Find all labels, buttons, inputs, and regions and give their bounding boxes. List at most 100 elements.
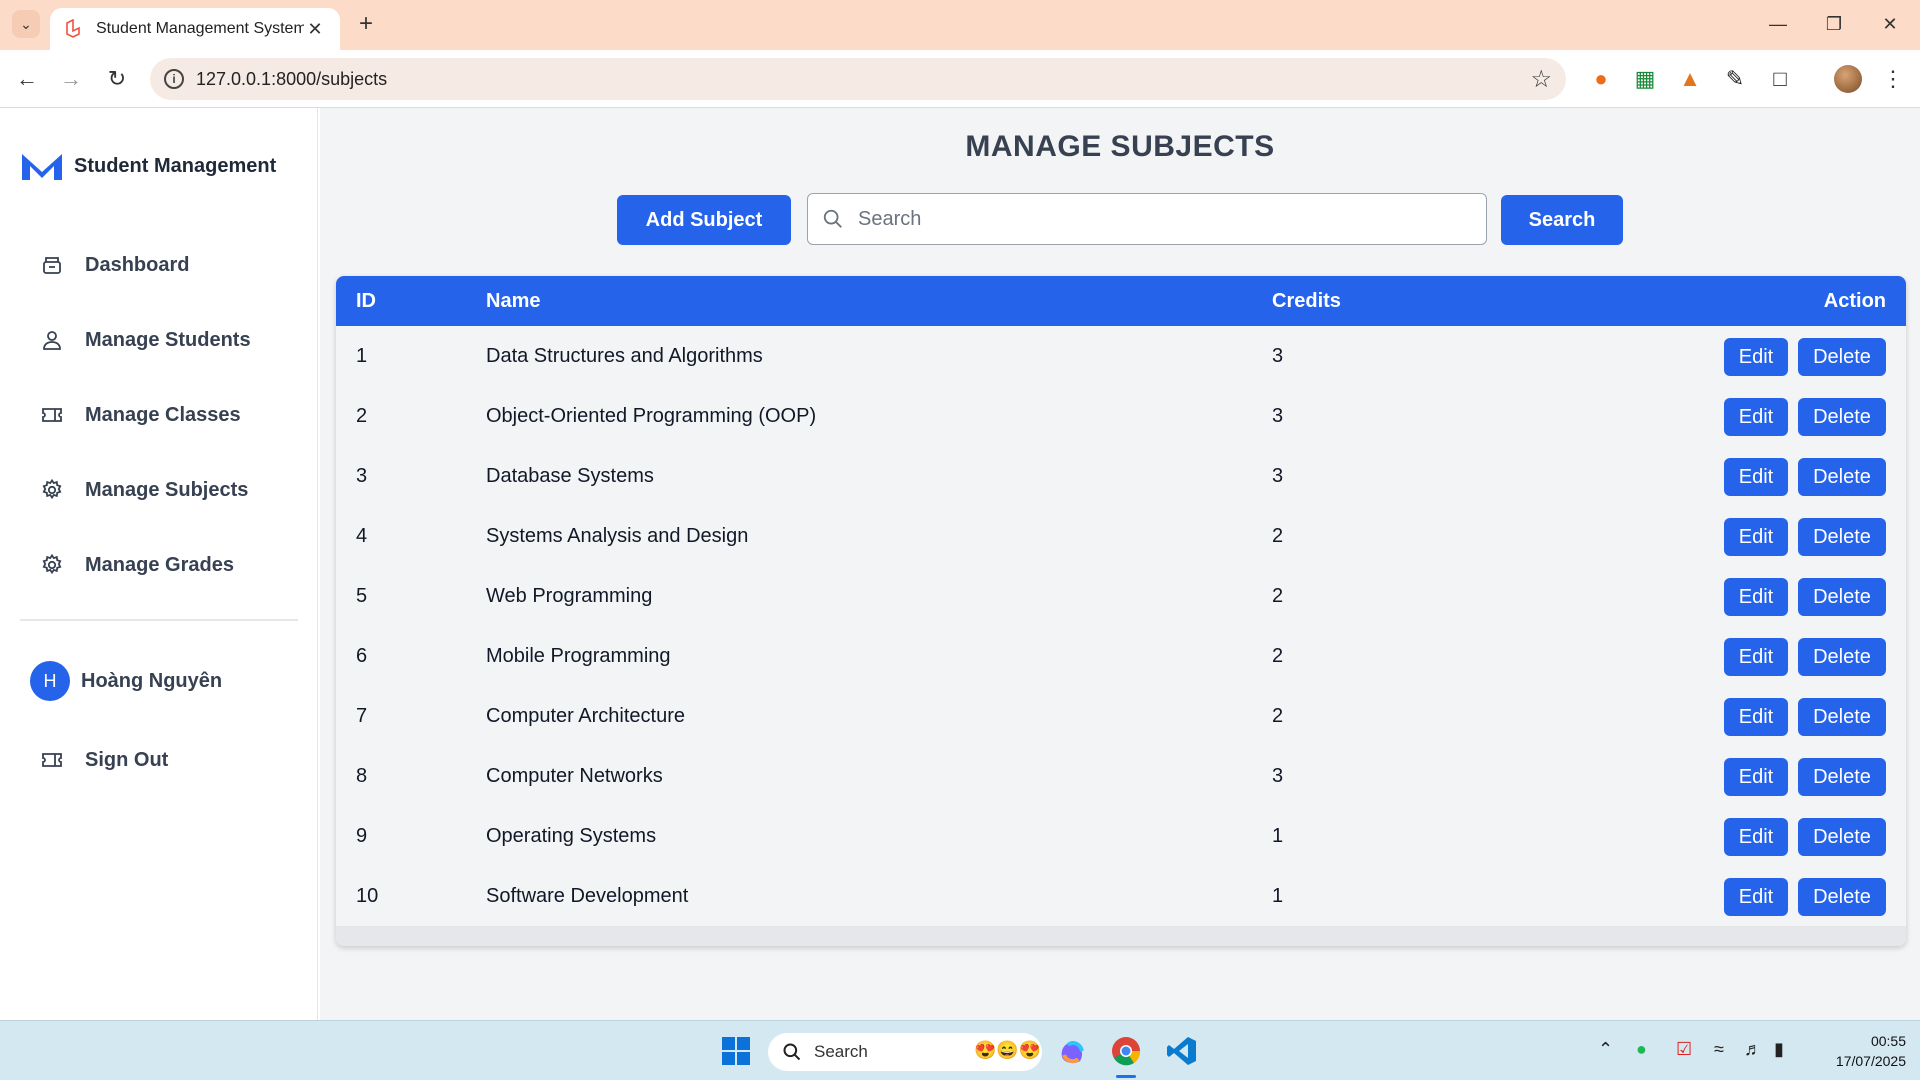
calendar-extension-icon[interactable]: ▦	[1630, 64, 1660, 94]
table-row: 8 Computer Networks 3 Edit Delete	[336, 746, 1906, 806]
page-title: MANAGE SUBJECTS	[965, 130, 1275, 163]
cell-name: Software Development	[486, 885, 689, 907]
system-clock[interactable]: 00:55 17/07/2025	[1812, 1031, 1906, 1071]
spotify-icon[interactable]: ●	[1636, 1039, 1647, 1060]
edit-button[interactable]: Edit	[1724, 818, 1788, 856]
delete-button[interactable]: Delete	[1798, 638, 1886, 676]
sign-out-button[interactable]: Sign Out	[40, 740, 300, 780]
cell-id: 3	[356, 465, 368, 487]
cell-name: Computer Architecture	[486, 705, 685, 727]
user-profile[interactable]: H Hoàng Nguyên	[30, 661, 222, 701]
table-row: 2 Object-Oriented Programming (OOP) 3 Edit D…	[336, 386, 1906, 446]
edit-button[interactable]: Edit	[1724, 698, 1788, 736]
cell-id: 6	[356, 645, 368, 667]
chrome-icon[interactable]	[1110, 1035, 1142, 1067]
battery-icon[interactable]: ▮	[1774, 1039, 1784, 1060]
copilot-icon[interactable]	[1056, 1035, 1088, 1067]
sidebar-item-manage-students[interactable]: Manage Students	[40, 320, 300, 360]
edit-button[interactable]: Edit	[1724, 878, 1788, 916]
sidebar-item-manage-grades[interactable]: Manage Grades	[40, 545, 300, 585]
edit-button[interactable]: Edit	[1724, 458, 1788, 496]
delete-button[interactable]: Delete	[1798, 398, 1886, 436]
restore-button[interactable]: ❐	[1814, 8, 1854, 40]
table-row: 1 Data Structures and Algorithms 3 Edit Dele…	[336, 326, 1906, 386]
cell-name: Object-Oriented Programming (OOP)	[486, 405, 817, 427]
sidebar-item-dashboard[interactable]: Dashboard	[40, 245, 300, 285]
cell-credits: 3	[1272, 405, 1284, 427]
bookmark-star-icon[interactable]: ☆	[1530, 65, 1552, 94]
table-row: 6 Mobile Programming 2 Edit Delete	[336, 626, 1906, 686]
cell-name: Systems Analysis and Design	[486, 525, 749, 547]
table-row: 4 Systems Analysis and Design 2 Edit Delete	[336, 506, 1906, 566]
cell-name: Operating Systems	[486, 825, 657, 847]
address-url[interactable]: 127.0.0.1:8000/subjects	[196, 69, 387, 90]
delete-button[interactable]: Delete	[1798, 878, 1886, 916]
delete-button[interactable]: Delete	[1798, 338, 1886, 376]
extensions-puzzle-icon[interactable]: □	[1765, 64, 1795, 94]
edit-button[interactable]: Edit	[1724, 518, 1788, 556]
back-button[interactable]: ←	[12, 64, 42, 94]
delete-button[interactable]: Delete	[1798, 518, 1886, 556]
volume-icon[interactable]: ♬	[1744, 1039, 1762, 1060]
sidebar-item-label: Dashboard	[85, 253, 190, 276]
sidebar-item-manage-classes[interactable]: Manage Classes	[40, 395, 300, 435]
sidebar-item-label: Manage Grades	[85, 553, 234, 576]
user-name: Hoàng Nguyên	[81, 669, 223, 692]
new-tab-button[interactable]: +	[352, 10, 380, 38]
browser-menu-icon[interactable]: ⋮	[1878, 64, 1908, 94]
sidebar-divider	[20, 619, 298, 621]
brand[interactable]: Student Management	[20, 150, 276, 182]
minimize-button[interactable]: —	[1758, 8, 1798, 40]
cell-credits: 2	[1272, 585, 1284, 607]
delete-button[interactable]: Delete	[1798, 698, 1886, 736]
sidebar-item-manage-subjects[interactable]: Manage Subjects	[40, 470, 300, 510]
delete-button[interactable]: Delete	[1798, 758, 1886, 796]
active-app-indicator	[1116, 1075, 1136, 1078]
table-scroll-area	[336, 926, 1906, 946]
metamask-extension-icon[interactable]: ▲	[1675, 64, 1705, 94]
edit-button[interactable]: Edit	[1724, 638, 1788, 676]
vscode-icon[interactable]	[1166, 1035, 1198, 1067]
reload-button[interactable]: ↻	[102, 64, 132, 94]
cell-name: Mobile Programming	[486, 645, 671, 667]
search-input[interactable]	[858, 204, 1468, 234]
browser-tab[interactable]: Student Management System ✕	[50, 8, 340, 50]
search-button[interactable]: Search	[1501, 195, 1623, 245]
delete-button[interactable]: Delete	[1798, 578, 1886, 616]
column-header-name: Name	[486, 290, 541, 312]
taskbar-search[interactable]: Search 😍😄😍	[768, 1033, 1042, 1071]
profile-avatar[interactable]	[1834, 65, 1862, 93]
cell-id: 5	[356, 585, 368, 607]
site-info-icon[interactable]: i	[164, 69, 184, 89]
tab-search-chevron-icon[interactable]: ⌄	[12, 10, 40, 38]
sidebar-item-label: Manage Students	[85, 328, 251, 351]
address-bar[interactable]: i 127.0.0.1:8000/subjects ☆	[150, 58, 1566, 100]
column-header-credits: Credits	[1272, 290, 1341, 312]
edit-button[interactable]: Edit	[1724, 578, 1788, 616]
close-window-button[interactable]: ✕	[1870, 8, 1910, 40]
tab-close-icon[interactable]: ✕	[304, 19, 326, 40]
forward-button[interactable]: →	[56, 64, 86, 94]
add-subject-button[interactable]: Add Subject	[617, 195, 791, 245]
eyedropper-extension-icon[interactable]: ✎	[1720, 64, 1750, 94]
delete-button[interactable]: Delete	[1798, 458, 1886, 496]
vivaldi-tray-icon[interactable]: ☑	[1676, 1039, 1692, 1060]
cell-credits: 3	[1272, 465, 1284, 487]
cell-id: 4	[356, 525, 368, 547]
extension-icon[interactable]: ●	[1586, 64, 1616, 94]
taskbar-search-label: Search	[814, 1042, 868, 1061]
search-icon	[823, 209, 842, 228]
edit-button[interactable]: Edit	[1724, 758, 1788, 796]
wifi-icon[interactable]: ≈	[1714, 1039, 1724, 1060]
sidebar-item-label: Manage Classes	[85, 403, 241, 426]
cell-credits: 1	[1272, 825, 1284, 847]
subjects-table: ID Name Credits Action 1 Data Structures …	[336, 276, 1906, 946]
delete-button[interactable]: Delete	[1798, 818, 1886, 856]
windows-start-icon[interactable]	[720, 1035, 752, 1067]
table-row: 9 Operating Systems 1 Edit Delete	[336, 806, 1906, 866]
edit-button[interactable]: Edit	[1724, 338, 1788, 376]
tray-chevron-icon[interactable]: ⌃	[1598, 1039, 1613, 1060]
edit-button[interactable]: Edit	[1724, 398, 1788, 436]
cell-name: Web Programming	[486, 585, 653, 607]
search-field[interactable]	[807, 193, 1487, 245]
